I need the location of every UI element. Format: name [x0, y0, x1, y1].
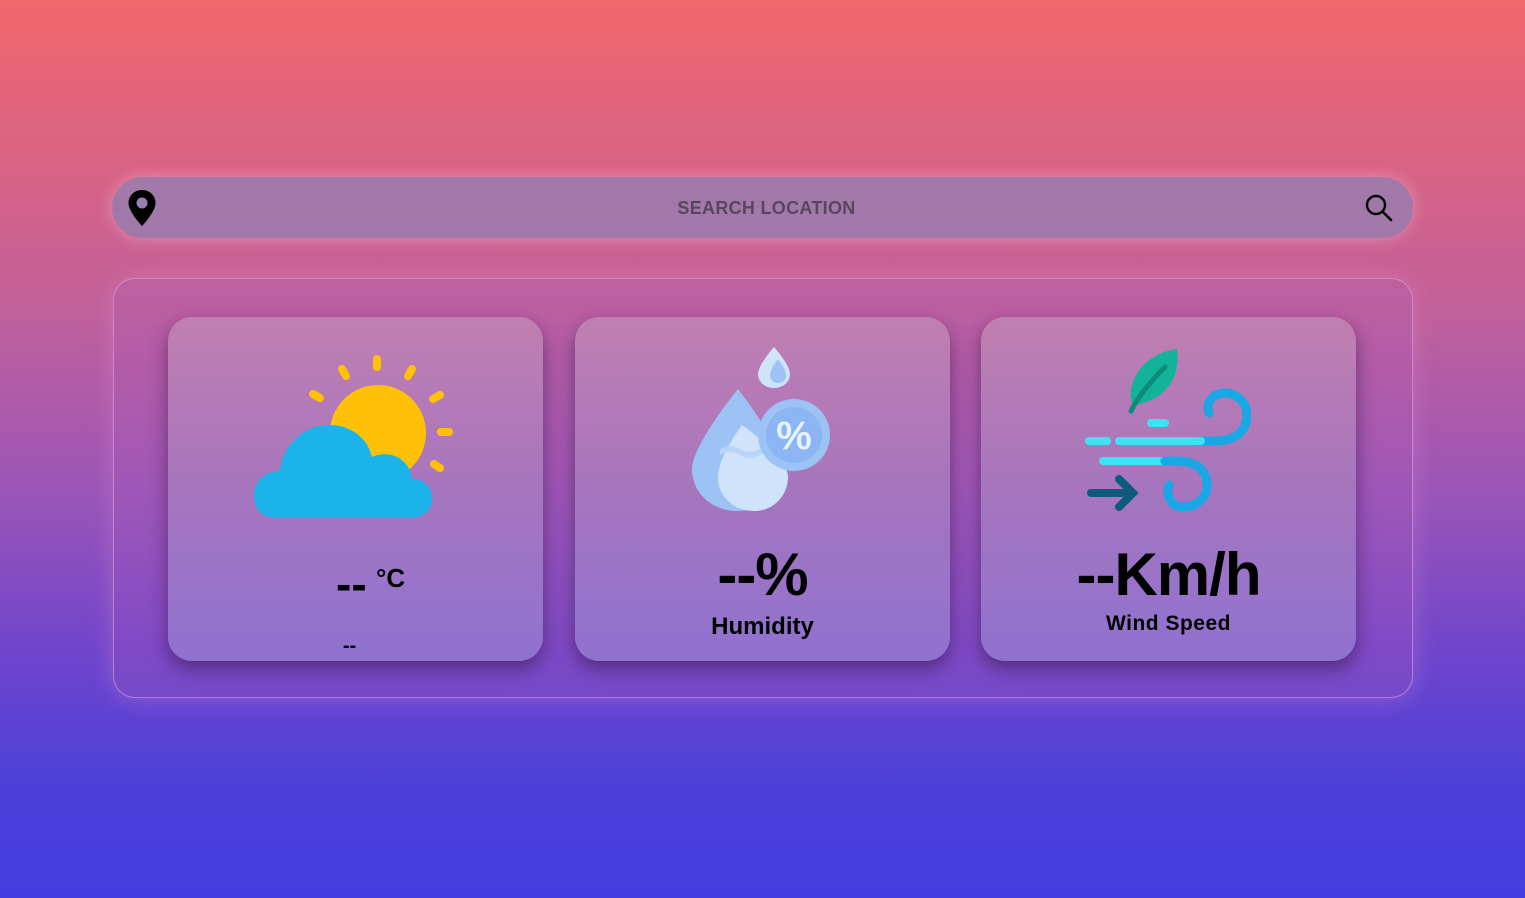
- humidity-value: --%: [717, 541, 808, 608]
- wind-leaf-icon: [1085, 349, 1251, 512]
- wind-value: --Km/h: [1076, 541, 1262, 608]
- weather-panel: -- °C -- % --% Humidity --Km/h Wind Spee…: [113, 278, 1413, 698]
- humidity-drops-icon: %: [692, 347, 830, 511]
- temperature-value: --: [336, 558, 367, 610]
- weather-description: --: [168, 635, 543, 658]
- search-input[interactable]: [172, 177, 1361, 240]
- search-icon[interactable]: [1362, 191, 1396, 225]
- svg-text:%: %: [776, 414, 812, 458]
- temperature-card: -- °C --: [168, 317, 543, 661]
- weather-description-text: --: [342, 635, 357, 657]
- search-bar[interactable]: [112, 177, 1413, 240]
- location-pin-icon: [128, 190, 156, 226]
- wind-card: --Km/h Wind Speed: [981, 317, 1356, 661]
- humidity-label: Humidity: [711, 613, 814, 640]
- wind-label: Wind Speed: [1106, 612, 1231, 635]
- humidity-card: % --% Humidity: [575, 317, 950, 661]
- partly-cloudy-icon: [254, 355, 453, 517]
- temperature-unit: °C: [376, 563, 406, 593]
